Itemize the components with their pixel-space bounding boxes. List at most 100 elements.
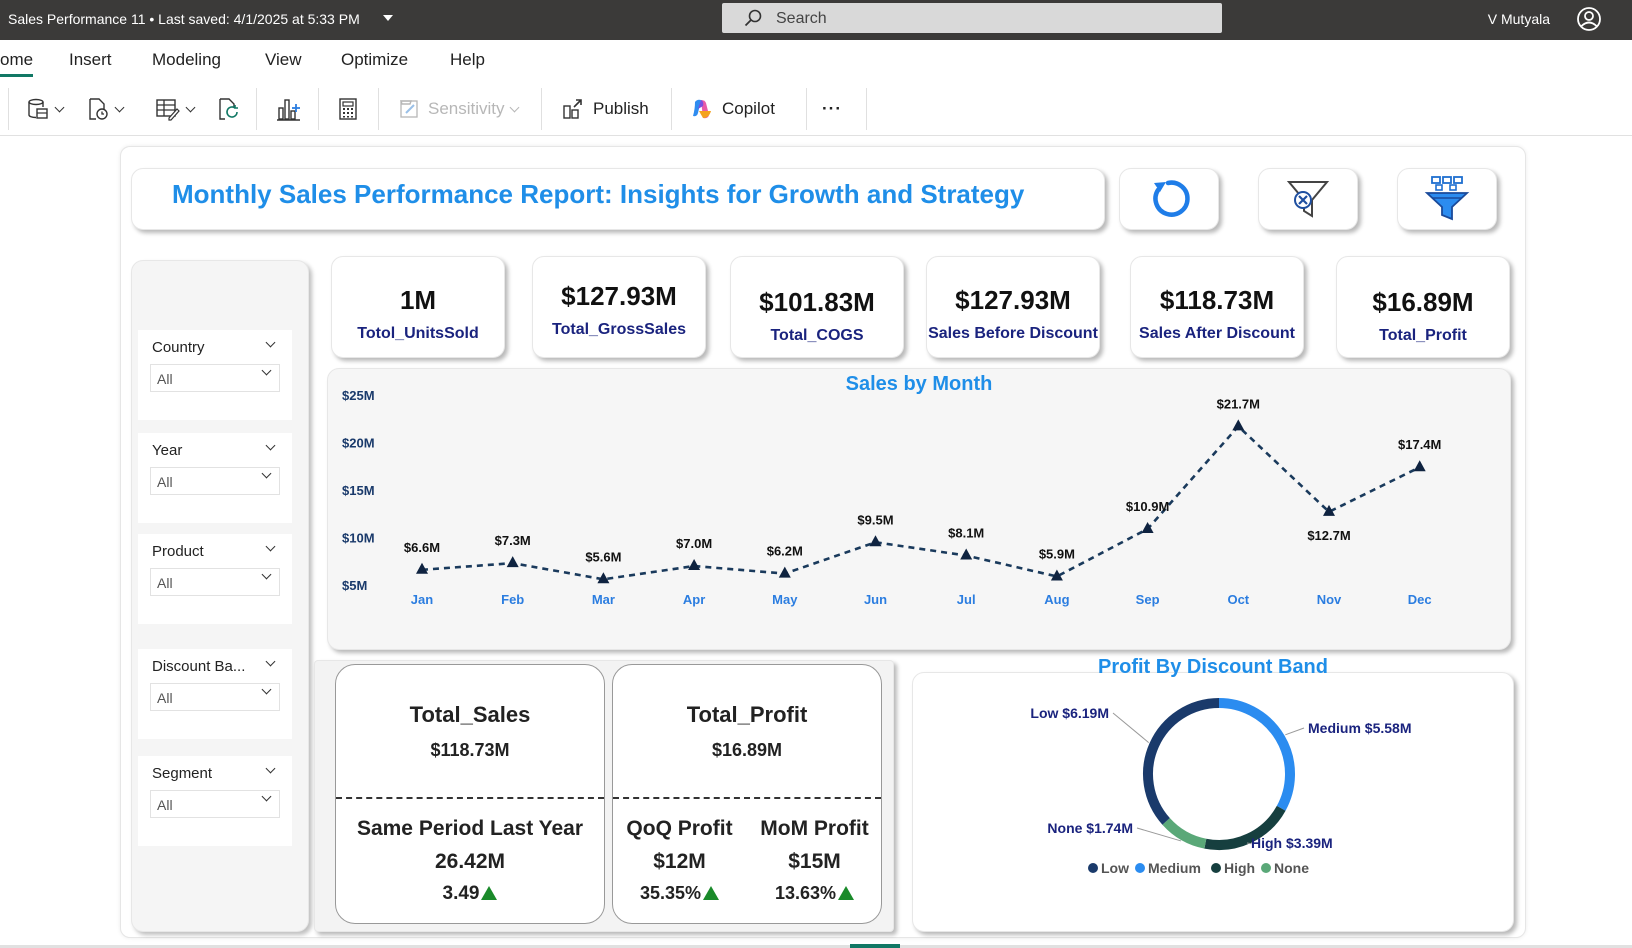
chevron-down-icon — [261, 468, 272, 479]
sensitivity-button[interactable]: Sensitivity — [398, 94, 519, 124]
user-name[interactable]: V Mutyala — [1488, 11, 1550, 27]
search-placeholder: Search — [776, 10, 827, 27]
transform-data-button[interactable] — [155, 94, 196, 124]
legend-marker — [1261, 863, 1271, 873]
divider — [613, 797, 881, 799]
kpi-value: $127.93M — [561, 281, 677, 311]
slice-label: Low $6.19M — [1030, 705, 1109, 721]
tab-optimize[interactable]: Optimize — [341, 50, 408, 70]
report-title-card: Monthly Sales Performance Report: Insigh… — [131, 168, 1105, 230]
total-profit-card[interactable]: Total_Profit $16.89M QoQ Profit MoM Prof… — [612, 664, 882, 924]
slice-label: Medium $5.58M — [1308, 720, 1411, 736]
data-label: $10.9M — [1126, 499, 1169, 514]
tab-view[interactable]: View — [265, 50, 302, 70]
chevron-down-icon[interactable] — [265, 763, 276, 774]
active-page-tab[interactable] — [850, 944, 900, 948]
slice-label: None $1.74M — [1047, 820, 1133, 836]
kpi-card-sales-before-discount[interactable]: $127.93M Sales Before Discount — [926, 256, 1100, 358]
publish-button[interactable]: Publish — [561, 94, 649, 124]
recent-sources-icon — [89, 98, 108, 120]
kpi-value: 1M — [399, 285, 437, 315]
kpi-card-total-profit[interactable]: $16.89M Total_Profit — [1336, 256, 1510, 358]
tab-insert[interactable]: Insert — [69, 50, 112, 70]
up-arrow-icon — [481, 886, 498, 900]
y-tick-label: $15M — [342, 483, 375, 498]
clear-filters-button[interactable] — [1258, 168, 1358, 230]
slicer-discount-band: Discount Ba... All — [138, 649, 292, 739]
kpi-label: Totol_UnitsSold — [357, 325, 479, 342]
new-measure-button[interactable] — [337, 94, 359, 124]
publish-label: Publish — [593, 99, 649, 118]
tab-home[interactable]: ome — [0, 50, 34, 77]
country-dropdown[interactable]: All — [150, 364, 280, 392]
data-label: $9.5M — [857, 512, 893, 527]
chevron-down-icon — [261, 684, 272, 695]
segment-dropdown[interactable]: All — [150, 790, 280, 818]
divider — [806, 88, 807, 130]
metric-title: Total_Profit — [686, 702, 808, 727]
total-sales-card[interactable]: Total_Sales $118.73M Same Period Last Ye… — [335, 664, 605, 924]
change-value: 13.63% — [774, 883, 837, 903]
change-value: 35.35% — [639, 883, 702, 903]
data-label: $8.1M — [948, 526, 984, 541]
x-tick-label: May — [772, 592, 798, 607]
kpi-value: $118.73M — [1159, 285, 1275, 315]
divider — [671, 88, 672, 130]
new-visual-button[interactable] — [276, 94, 302, 124]
slicer-country: Country All — [138, 330, 292, 420]
more-options-button[interactable]: ··· — [822, 94, 842, 124]
profit-by-discount-band-chart[interactable]: Low $6.19M Medium $5.58M High $3.39M None $… — [912, 672, 1514, 932]
divider — [318, 88, 319, 130]
x-tick-label: Jun — [864, 592, 887, 607]
kpi-card-cogs[interactable]: $101.83M Total_COGS — [730, 256, 904, 358]
recent-sources-button[interactable] — [86, 94, 125, 124]
kpi-label: Sales Before Discount — [928, 325, 1098, 342]
sales-by-month-chart[interactable]: Sales by Month $5M $10M $15M $20M $25M Jan Feb… — [327, 368, 1511, 650]
sales-line — [421, 424, 1421, 581]
table-edit-icon — [156, 99, 180, 121]
tab-modeling[interactable]: Modeling — [152, 50, 221, 70]
clear-filter-icon — [1286, 181, 1330, 218]
data-label: $12.7M — [1307, 528, 1350, 543]
slicer-year: Year All — [138, 433, 292, 523]
menu-bar: ome Insert Modeling View Optimize Help — [0, 40, 1632, 80]
user-avatar-icon[interactable] — [1576, 6, 1602, 32]
document-title[interactable]: Sales Performance 11 • Last saved: 4/1/2… — [8, 11, 360, 27]
chevron-down-icon[interactable] — [265, 337, 276, 348]
up-arrow-icon — [838, 886, 855, 900]
chevron-down-icon — [54, 102, 65, 112]
kpi-card-gross-sales[interactable]: $127.93M Total_GrossSales — [532, 256, 706, 358]
divider — [866, 88, 867, 130]
y-tick-label: $10M — [342, 531, 375, 546]
chevron-down-icon[interactable] — [383, 15, 393, 21]
slicer-label: Product — [152, 543, 204, 560]
qoq-title: QoQ Profit — [626, 817, 733, 840]
y-tick-label: $20M — [342, 436, 375, 451]
comparison-value: 26.42M — [434, 850, 506, 873]
search-box[interactable]: Search — [722, 3, 1222, 33]
copilot-button[interactable]: Copilot — [690, 94, 775, 124]
kpi-card-sales-after-discount[interactable]: $118.73M Sales After Discount — [1130, 256, 1304, 358]
new-visual-icon — [277, 99, 300, 121]
data-point-marker — [960, 548, 973, 560]
year-dropdown[interactable]: All — [150, 467, 280, 495]
donut-slice-medium — [1218, 698, 1295, 811]
chevron-down-icon[interactable] — [265, 541, 276, 552]
kpi-card-units-sold[interactable]: 1M Totol_UnitsSold — [331, 256, 505, 358]
slicer-label: Country — [152, 339, 205, 356]
chevron-down-icon — [261, 569, 272, 580]
product-dropdown[interactable]: All — [150, 568, 280, 596]
data-label: $7.0M — [676, 536, 712, 551]
chevron-down-icon[interactable] — [265, 656, 276, 667]
reset-button[interactable] — [1119, 168, 1219, 230]
tab-help[interactable]: Help — [450, 50, 485, 70]
refresh-data-button[interactable] — [216, 94, 240, 124]
calculator-icon — [339, 98, 357, 120]
mom-value: $15M — [788, 850, 841, 873]
discount-band-dropdown[interactable]: All — [150, 683, 280, 711]
data-point-marker — [1232, 419, 1245, 431]
filter-panel-button[interactable] — [1397, 168, 1497, 230]
chevron-down-icon — [261, 791, 272, 802]
chevron-down-icon[interactable] — [265, 440, 276, 451]
get-data-button[interactable] — [26, 94, 65, 124]
